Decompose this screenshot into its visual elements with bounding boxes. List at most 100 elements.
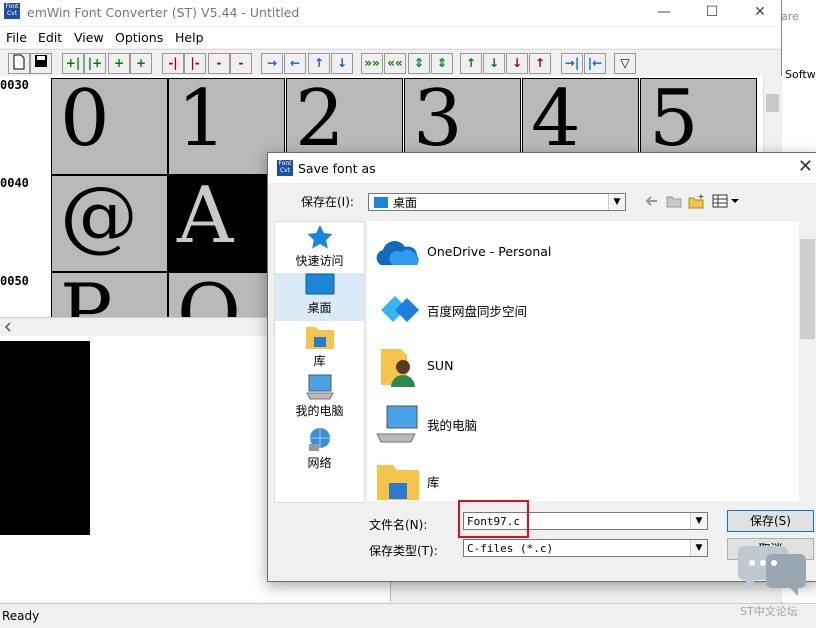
toolbar-button-15[interactable]: ⇕: [408, 53, 430, 74]
background-window-label: Softw: [785, 68, 816, 81]
row-label: 0050: [0, 274, 29, 288]
place-library[interactable]: 库: [275, 324, 364, 372]
new-button[interactable]: [8, 53, 30, 74]
toolbar-button-7[interactable]: -: [208, 53, 230, 74]
toolbar-button-10[interactable]: ←: [284, 53, 306, 74]
toolbar-button-13[interactable]: »»: [361, 53, 383, 74]
up-folder-icon[interactable]: [666, 194, 682, 208]
computer-icon: [305, 374, 334, 400]
place-label: 网络: [307, 456, 332, 470]
file-list-scrollbar[interactable]: [799, 221, 816, 501]
place-network[interactable]: 网络: [275, 426, 364, 474]
star-icon: [307, 225, 332, 249]
toolbar-button-17[interactable]: ↑: [460, 53, 482, 74]
save-button[interactable]: [30, 53, 52, 74]
scrollbar-thumb[interactable]: [800, 239, 815, 339]
minimize-button[interactable]: —: [641, 0, 687, 26]
filetype-dropdown[interactable]: C-files (*.c) ▼: [463, 539, 708, 557]
onedrive-cloud-icon: [376, 241, 419, 265]
scrollbar-thumb[interactable]: [766, 94, 779, 112]
highlight-box: [458, 500, 529, 538]
dialog-app-icon: Font Cvt: [277, 160, 293, 176]
title-bar: Font Cvt emWin Font Converter (ST) V5.44…: [0, 0, 781, 26]
toolbar-button-12[interactable]: ↓: [331, 53, 353, 74]
watermark: ST中文论坛: [736, 540, 816, 627]
toolbar-button-21[interactable]: →|: [561, 53, 583, 74]
place-label: 我的电脑: [295, 404, 344, 418]
status-text: Ready: [2, 609, 40, 623]
places-bar: 快速访问 桌面 库 我的电脑 网络: [274, 221, 365, 503]
list-item[interactable]: SUN: [373, 341, 793, 391]
glyph-cell[interactable]: 0: [51, 78, 168, 175]
new-folder-icon[interactable]: [688, 193, 706, 209]
toolbar-button-18[interactable]: ↓: [483, 53, 505, 74]
view-menu-icon[interactable]: [712, 194, 742, 208]
computer-icon: [376, 405, 418, 443]
list-item[interactable]: 百度网盘同步空间: [373, 284, 793, 334]
list-item[interactable]: OneDrive - Personal: [373, 227, 793, 277]
file-name: 百度网盘同步空间: [427, 304, 528, 319]
toolbar-button-20[interactable]: ↑: [529, 53, 551, 74]
filetype-label: 保存类型(T):: [369, 544, 438, 558]
menu-help[interactable]: Help: [175, 30, 204, 45]
desktop-icon: [305, 273, 334, 295]
window-title: emWin Font Converter (ST) V5.44 - Untitl…: [27, 5, 300, 20]
toolbar-button-2[interactable]: |+: [84, 53, 106, 74]
toolbar-button-1[interactable]: +|: [62, 53, 84, 74]
toolbar-button-19[interactable]: ↓: [506, 53, 528, 74]
dialog-close-button[interactable]: ✕: [798, 156, 813, 177]
place-label: 库: [313, 354, 326, 368]
status-bar: Ready: [0, 603, 816, 628]
chevron-down-icon: ▼: [690, 513, 707, 529]
filetype-value: C-files (*.c): [467, 542, 554, 555]
toolbar-button-22[interactable]: |←: [584, 53, 606, 74]
file-name: 库: [427, 475, 440, 490]
toolbar-button-3[interactable]: +: [108, 53, 130, 74]
toolbar-button-8[interactable]: -: [230, 53, 252, 74]
close-button[interactable]: ✕: [737, 0, 783, 26]
toolbar-button-4[interactable]: +: [130, 53, 152, 74]
list-item[interactable]: 我的电脑: [373, 398, 793, 448]
library-folder-icon: [377, 465, 419, 500]
place-label: 快速访问: [295, 254, 344, 268]
save-in-value: 桌面: [393, 196, 418, 210]
glyph-cell[interactable]: P: [51, 272, 168, 317]
maximize-button[interactable]: ☐: [689, 0, 735, 26]
save-disk-icon: [35, 55, 47, 67]
save-dialog-button[interactable]: 保存(S): [727, 510, 814, 532]
menu-options[interactable]: Options: [115, 30, 163, 45]
background-window-text: are: [781, 10, 799, 23]
back-arrow-icon[interactable]: [644, 195, 658, 207]
save-in-dropdown[interactable]: 桌面 ▼: [368, 193, 626, 211]
place-this-pc[interactable]: 我的电脑: [275, 374, 364, 422]
toolbar-button-5[interactable]: -|: [162, 53, 184, 74]
menu-file[interactable]: File: [6, 30, 27, 45]
glyph-cell[interactable]: @: [51, 175, 168, 272]
file-name: SUN: [427, 358, 454, 373]
toolbar-button-16[interactable]: ⇕: [431, 53, 453, 74]
toolbar-button-6[interactable]: |-: [184, 53, 206, 74]
place-desktop[interactable]: 桌面: [275, 273, 364, 321]
chat-bubble-icon: [738, 546, 806, 596]
scroll-left-icon[interactable]: [4, 322, 12, 332]
toolbar: +| |+ + + -| |- - - → ← ↑ ↓ »» «« ⇕ ⇕ ↑ …: [0, 49, 781, 77]
place-quick-access[interactable]: 快速访问: [275, 224, 364, 272]
menu-bar: File Edit View Options Help: [0, 27, 781, 48]
toolbar-button-23[interactable]: ▽: [614, 53, 636, 74]
list-item[interactable]: 库: [373, 455, 793, 505]
dialog-title: Save font as: [298, 161, 376, 176]
chevron-down-icon: ▼: [690, 540, 707, 556]
save-in-label: 保存在(I):: [301, 195, 354, 209]
menu-edit[interactable]: Edit: [38, 30, 62, 45]
new-document-icon: [13, 54, 25, 70]
library-folder-icon: [305, 327, 334, 349]
row-label: 0030: [0, 78, 29, 92]
filename-label: 文件名(N):: [369, 518, 428, 532]
toolbar-button-14[interactable]: ««: [384, 53, 406, 74]
toolbar-button-11[interactable]: ↑: [308, 53, 330, 74]
menu-view[interactable]: View: [74, 30, 104, 45]
row-label: 0040: [0, 176, 29, 190]
baidu-netdisk-icon: [381, 296, 419, 322]
toolbar-button-9[interactable]: →: [261, 53, 283, 74]
file-list[interactable]: OneDrive - Personal 百度网盘同步空间 SUN 我的电脑 库: [367, 221, 815, 501]
